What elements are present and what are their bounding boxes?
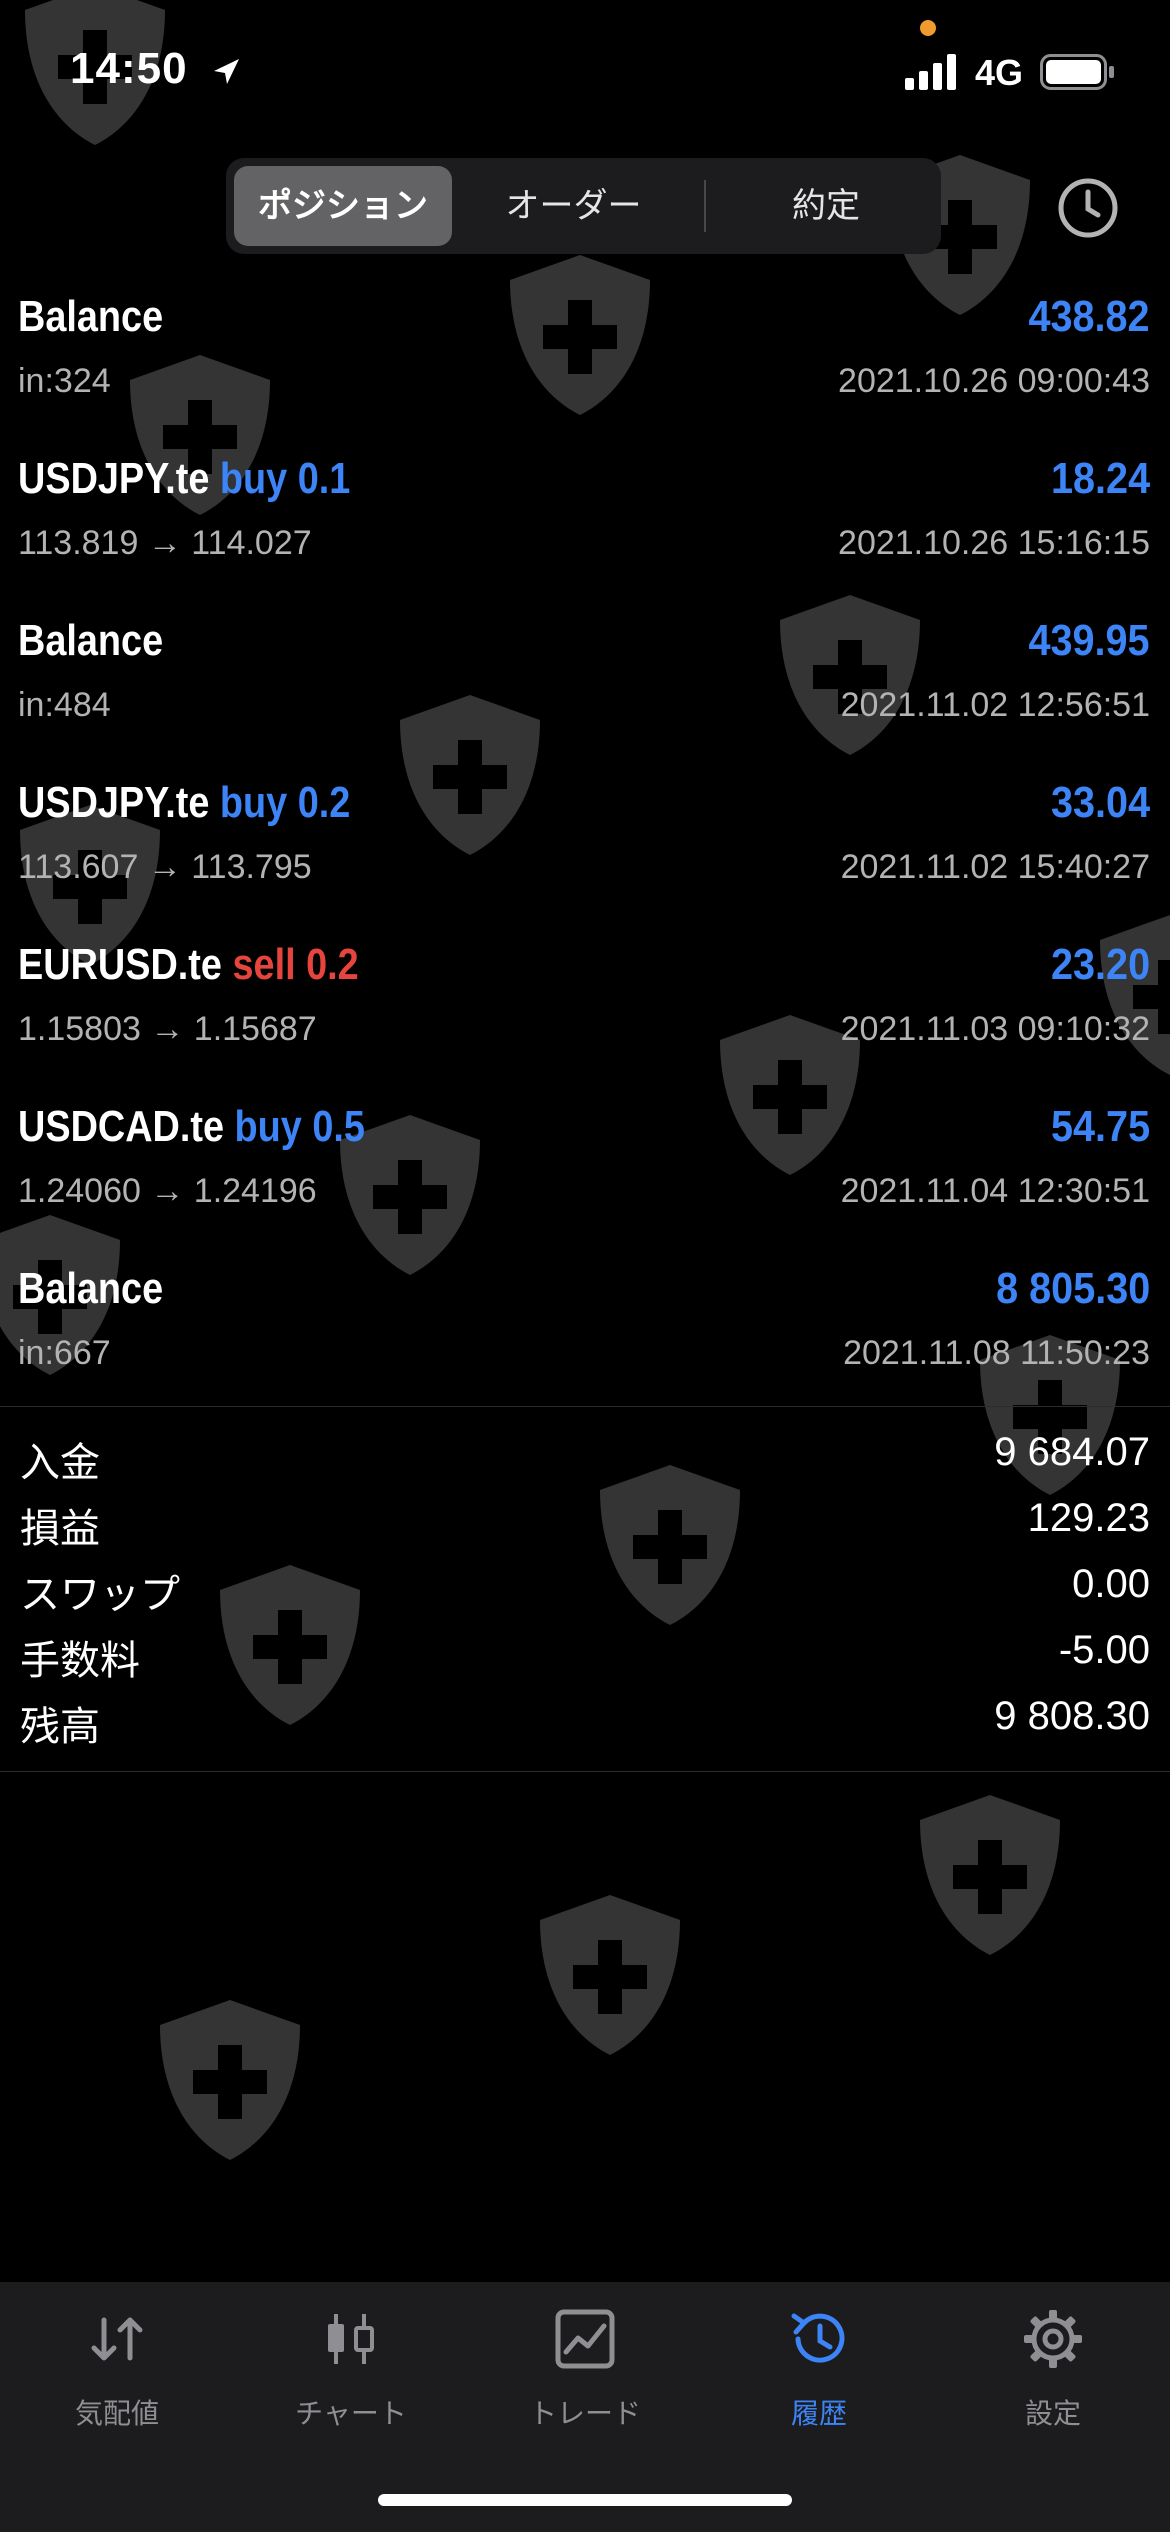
- chart-candles-icon: [328, 2314, 374, 2364]
- row-datetime: 2021.10.26 09:00:43: [838, 362, 1150, 400]
- row-detail: 1.15803 → 1.15687: [18, 1010, 317, 1048]
- history-row[interactable]: EURUSD.te sell 0.2 1.15803 → 1.15687 23.…: [0, 940, 1170, 1102]
- tab-label: 履歴: [790, 2398, 847, 2429]
- segment-orders[interactable]: オーダー: [461, 166, 686, 246]
- row-datetime: 2021.11.03 09:10:32: [840, 1010, 1150, 1048]
- row-side: buy 0.1: [219, 454, 351, 503]
- summary-label: 入金: [20, 1441, 100, 1485]
- tab-label: チャート: [295, 2398, 407, 2429]
- battery-icon: [1040, 54, 1114, 90]
- row-symbol: USDJPY.te: [18, 454, 210, 503]
- history-row[interactable]: USDCAD.te buy 0.5 1.24060 → 1.24196 54.7…: [0, 1102, 1170, 1264]
- summary-value: 129.23: [1027, 1496, 1150, 1540]
- row-detail: 113.607 → 113.795: [18, 848, 312, 886]
- summary-value: 9 684.07: [994, 1430, 1150, 1474]
- app-root: 14:50 4G ポジション オーダー 約定 Balance in:324 43…: [0, 0, 1170, 2532]
- row-detail: in:667: [18, 1334, 111, 1372]
- row-detail: in:324: [18, 362, 111, 400]
- location-arrow-icon: [214, 59, 239, 84]
- summary-label: スワップ: [20, 1573, 180, 1617]
- segmented-control: ポジション オーダー 約定: [226, 158, 941, 254]
- summary-row-deposit: 入金 9 684.07: [0, 1430, 1170, 1490]
- gear-icon: [1024, 2310, 1082, 2368]
- tab-settings[interactable]: 設定: [936, 2282, 1170, 2452]
- summary-value: -5.00: [1058, 1628, 1150, 1672]
- row-symbol: Balance: [18, 616, 164, 665]
- summary-label: 残高: [20, 1705, 100, 1749]
- history-clock-icon: [791, 2313, 845, 2363]
- history-row[interactable]: USDJPY.te buy 0.2 113.607 → 113.795 33.0…: [0, 778, 1170, 940]
- tab-label: トレード: [528, 2398, 641, 2429]
- row-detail: 1.24060 → 1.24196: [18, 1172, 317, 1210]
- trade-chart-icon: [555, 2309, 615, 2369]
- history-row[interactable]: Balance in:667 8 805.30 2021.11.08 11:50…: [0, 1264, 1170, 1426]
- segment-positions[interactable]: ポジション: [234, 166, 452, 246]
- row-side: buy 0.5: [234, 1102, 365, 1151]
- row-datetime: 2021.11.02 15:40:27: [840, 848, 1150, 886]
- row-symbol: Balance: [18, 292, 164, 341]
- quotes-arrows-icon: [91, 2317, 143, 2361]
- row-profit: 438.82: [1028, 292, 1150, 341]
- row-title: USDJPY.te buy 0.2: [18, 778, 350, 828]
- row-profit: 23.20: [1050, 940, 1150, 989]
- history-row[interactable]: Balance in:484 439.95 2021.11.02 12:56:5…: [0, 616, 1170, 778]
- summary-divider-top: [0, 1406, 1170, 1407]
- row-profit: 439.95: [1028, 616, 1150, 665]
- summary-value: 9 808.30: [994, 1694, 1150, 1738]
- home-indicator[interactable]: [378, 2494, 792, 2506]
- row-detail: 113.819 → 114.027: [18, 524, 312, 562]
- status-bar: 14:50 4G: [0, 0, 1170, 150]
- row-datetime: 2021.11.08 11:50:23: [843, 1334, 1150, 1372]
- row-profit: 54.75: [1050, 1102, 1150, 1151]
- row-symbol: Balance: [18, 1264, 164, 1313]
- privacy-indicator-dot: [920, 20, 936, 36]
- row-detail: in:484: [18, 686, 111, 724]
- row-symbol: USDJPY.te: [18, 778, 210, 827]
- row-datetime: 2021.11.02 12:56:51: [840, 686, 1150, 724]
- row-profit: 33.04: [1050, 778, 1150, 827]
- summary-value: 0.00: [1072, 1562, 1150, 1606]
- row-title: Balance: [18, 292, 163, 342]
- row-symbol: EURUSD.te: [18, 940, 222, 989]
- status-time: 14:50: [70, 44, 188, 93]
- period-clock-icon[interactable]: [1055, 175, 1121, 241]
- segment-deals[interactable]: 約定: [716, 166, 936, 246]
- summary-row-profit: 損益 129.23: [0, 1496, 1170, 1556]
- row-side: buy 0.2: [219, 778, 351, 827]
- row-title: Balance: [18, 1264, 163, 1314]
- tab-label: 設定: [1024, 2398, 1081, 2429]
- summary-row-commission: 手数料 -5.00: [0, 1628, 1170, 1688]
- row-symbol: USDCAD.te: [18, 1102, 225, 1151]
- summary-label: 損益: [20, 1507, 100, 1551]
- row-side: sell 0.2: [232, 940, 359, 989]
- row-datetime: 2021.11.04 12:30:51: [840, 1172, 1150, 1210]
- summary-label: 手数料: [20, 1639, 140, 1683]
- row-title: USDCAD.te buy 0.5: [18, 1102, 365, 1152]
- row-datetime: 2021.10.26 15:16:15: [838, 524, 1150, 562]
- row-title: USDJPY.te buy 0.1: [18, 454, 350, 504]
- tab-label: 気配値: [74, 2398, 159, 2429]
- summary-divider-bottom: [0, 1771, 1170, 1772]
- row-title: Balance: [18, 616, 163, 666]
- segment-separator: [704, 180, 706, 232]
- row-profit: 8 805.30: [995, 1264, 1150, 1313]
- cellular-signal-icon: [905, 54, 956, 90]
- tab-quotes[interactable]: 気配値: [0, 2282, 234, 2452]
- tab-chart[interactable]: チャート: [234, 2282, 468, 2452]
- tab-history[interactable]: 履歴: [702, 2282, 936, 2452]
- network-type: 4G: [975, 52, 1024, 93]
- row-title: EURUSD.te sell 0.2: [18, 940, 359, 990]
- history-row[interactable]: Balance in:324 438.82 2021.10.26 09:00:4…: [0, 292, 1170, 454]
- summary-row-swap: スワップ 0.00: [0, 1562, 1170, 1622]
- tab-trade[interactable]: トレード: [468, 2282, 702, 2452]
- row-profit: 18.24: [1050, 454, 1150, 503]
- history-row[interactable]: USDJPY.te buy 0.1 113.819 → 114.027 18.2…: [0, 454, 1170, 616]
- summary-row-balance: 残高 9 808.30: [0, 1694, 1170, 1754]
